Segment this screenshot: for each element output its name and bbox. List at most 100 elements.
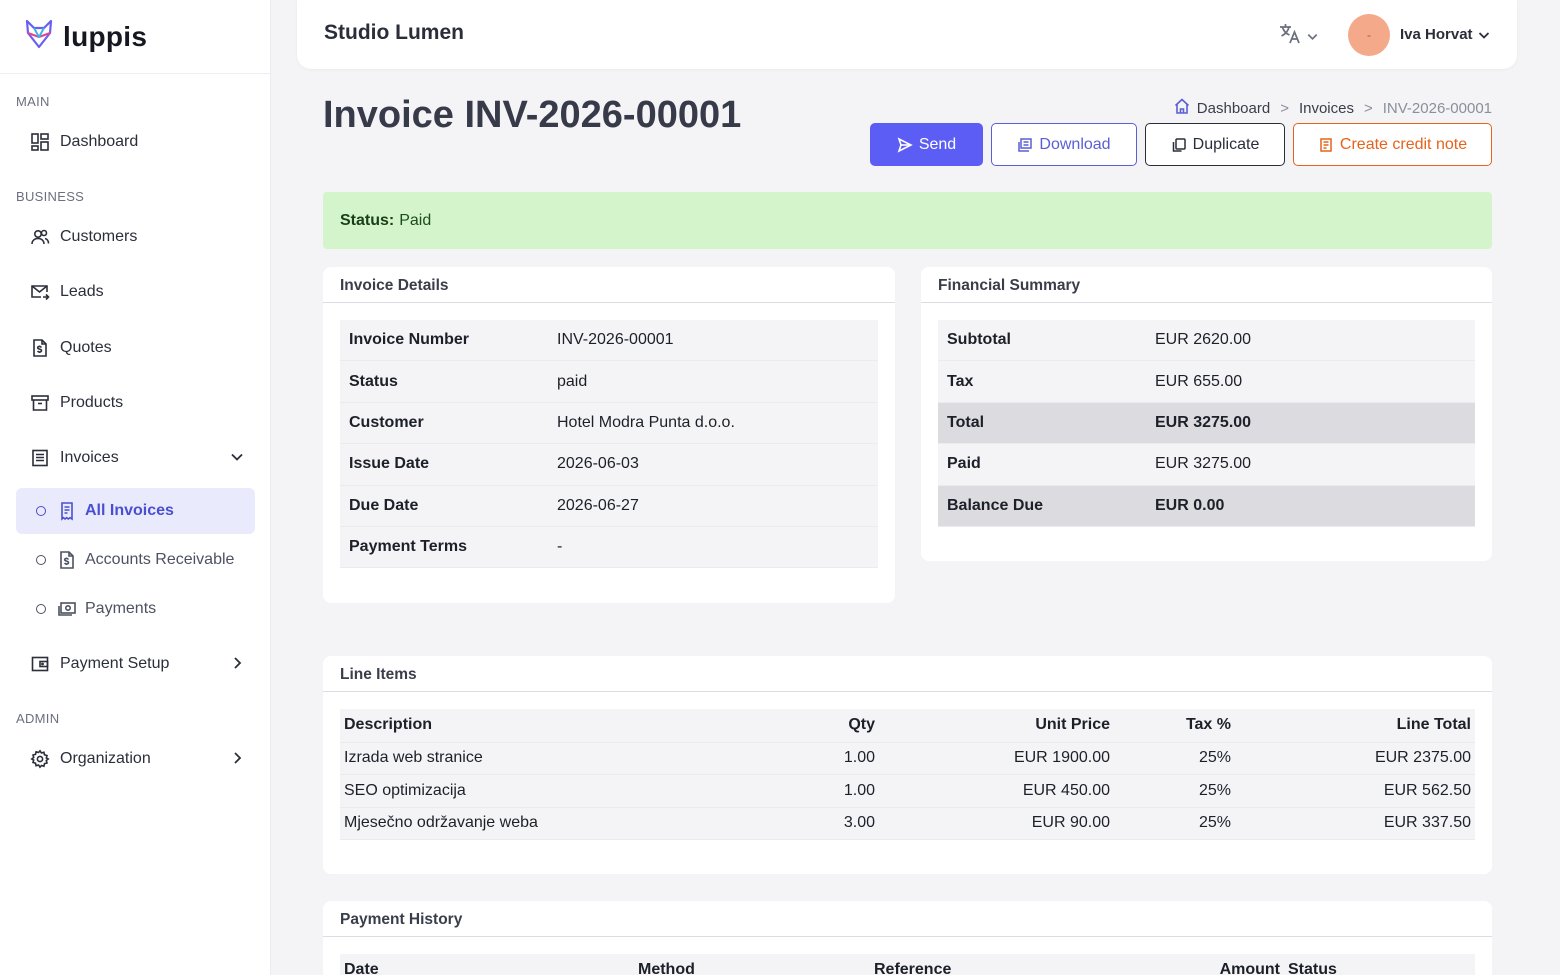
kv-row: Payment Terms - [340, 526, 878, 569]
table-cell: Mjesečno održavanje weba [340, 807, 760, 841]
user-menu[interactable]: Iva Horvat [1400, 26, 1491, 43]
table-cell: 3.00 [760, 807, 879, 841]
breadcrumb-current: INV-2026-00001 [1382, 99, 1492, 117]
sidebar-item-label: Payments [85, 600, 157, 617]
kv-value: paid [557, 372, 588, 390]
chevron-down-icon [1307, 34, 1318, 41]
kv-row: Paid EUR 3275.00 [938, 444, 1475, 486]
sidebar-item-label: Invoices [60, 449, 119, 466]
table-cell: 25% [1114, 742, 1235, 776]
sidebar-item-dashboard[interactable]: Dashboard [16, 119, 255, 165]
kv-label: Total [947, 413, 985, 431]
kv-label: Payment Terms [349, 538, 467, 556]
column-header: Status [1284, 954, 1475, 975]
card-title: Line Items [323, 656, 1492, 692]
chevron-right-icon [234, 752, 242, 764]
sidebar-item-label: Organization [60, 750, 151, 767]
sidebar-item-quotes[interactable]: Quotes [16, 325, 255, 371]
kv-row: Total EUR 3275.00 [938, 402, 1475, 445]
receipt-icon [57, 501, 77, 521]
breadcrumb-dashboard[interactable]: Dashboard [1197, 100, 1270, 117]
avatar[interactable]: - [1348, 14, 1390, 56]
sidebar-item-label: Payment Setup [60, 655, 170, 672]
file-dollar-icon [57, 550, 77, 570]
table-row: Izrada web stranice 1.00 EUR 1900.00 25% EUR… [340, 742, 1475, 776]
card-title: Financial Summary [921, 267, 1492, 303]
payment-history-table: Date Method Reference Amount Status [340, 954, 1475, 975]
kv-label: Tax [947, 372, 974, 390]
table-row: Mjesečno održavanje weba 3.00 EUR 90.00 25%… [340, 807, 1475, 841]
kv-value: EUR 2620.00 [1155, 331, 1252, 349]
kv-row: Status paid [340, 361, 878, 403]
table-cell: 25% [1114, 774, 1235, 808]
kv-row: Balance Due EUR 0.00 [938, 485, 1475, 527]
sidebar-subitem-all-invoices[interactable]: All Invoices [16, 488, 255, 534]
copy-icon [1172, 137, 1186, 152]
column-header: Description [340, 709, 760, 743]
download-button-label: Download [1039, 135, 1111, 153]
column-header: Method [634, 954, 870, 975]
kv-label: Paid [947, 455, 981, 473]
sidebar-item-label: Accounts Receivable [85, 551, 235, 568]
sidebar-item-leads[interactable]: Leads [16, 269, 255, 315]
sidebar-item-customers[interactable]: Customers [16, 214, 255, 260]
kv-value: 2026-06-03 [557, 455, 639, 473]
table-row: SEO optimizacija 1.00 EUR 450.00 25% EUR 562… [340, 774, 1475, 808]
cash-icon [57, 599, 77, 619]
translate-icon [1277, 21, 1303, 52]
section-label-business: BUSINESS [16, 189, 85, 204]
sidebar-item-products[interactable]: Products [16, 380, 255, 426]
sidebar: luppis MAIN Dashboard BUSINESS Customers… [0, 0, 271, 975]
brand[interactable]: luppis [0, 0, 270, 74]
chevron-down-icon [231, 453, 243, 461]
home-icon [1173, 97, 1197, 119]
table-cell: EUR 450.00 [879, 774, 1114, 808]
sidebar-subitem-payments[interactable]: Payments [16, 586, 255, 632]
column-header: Line Total [1235, 709, 1475, 743]
line-items-table: Description Qty Unit Price Tax % Line Total … [340, 709, 1475, 841]
table-cell: EUR 562.50 [1235, 774, 1475, 808]
create-credit-note-label: Create credit note [1339, 135, 1468, 153]
kv-row: Tax EUR 655.00 [938, 361, 1475, 403]
kv-label: Due Date [349, 496, 419, 514]
column-header: Qty [760, 709, 879, 743]
sidebar-item-label: Leads [60, 283, 104, 300]
download-button[interactable]: Download [991, 123, 1137, 166]
send-button[interactable]: Send [870, 123, 983, 166]
mail-forward-icon [30, 282, 50, 302]
duplicate-button[interactable]: Duplicate [1145, 123, 1285, 166]
sidebar-item-payment-setup[interactable]: Payment Setup [16, 641, 255, 687]
dashboard-icon [30, 132, 50, 152]
line-items-card: Line Items Description Qty Unit Price Tax %… [323, 656, 1492, 874]
kv-label: Status [349, 372, 398, 390]
sidebar-item-organization[interactable]: Organization [16, 736, 255, 782]
section-label-admin: ADMIN [16, 711, 60, 726]
invoice-details-card: Invoice Details Invoice Number INV-2026-0… [323, 267, 895, 603]
fox-logo-icon [25, 19, 53, 54]
kv-value: EUR 655.00 [1155, 372, 1243, 390]
language-switcher[interactable] [1277, 21, 1319, 52]
status-value: Paid [399, 211, 432, 229]
card-title: Invoice Details [323, 267, 895, 303]
table-cell: 1.00 [760, 742, 879, 776]
sidebar-item-invoices[interactable]: Invoices [16, 435, 255, 481]
user-name: Iva Horvat [1400, 26, 1473, 43]
invoice-details-table: Invoice Number INV-2026-00001 Status paid Cu… [340, 320, 878, 569]
send-icon [897, 136, 913, 153]
create-credit-note-button[interactable]: Create credit note [1293, 123, 1492, 166]
column-header: Tax % [1114, 709, 1235, 743]
sidebar-item-label: Dashboard [60, 133, 139, 150]
sidebar-subitem-accounts-receivable[interactable]: Accounts Receivable [16, 537, 255, 583]
column-header: Unit Price [879, 709, 1114, 743]
archive-icon [30, 393, 50, 413]
duplicate-button-label: Duplicate [1192, 135, 1260, 153]
users-icon [30, 227, 50, 247]
kv-label: Balance Due [947, 496, 1044, 514]
kv-row: Customer Hotel Modra Punta d.o.o. [340, 402, 878, 445]
section-label-main: MAIN [16, 94, 50, 109]
breadcrumb-invoices[interactable]: Invoices [1299, 100, 1354, 117]
bullet-icon [36, 555, 46, 565]
breadcrumb-separator: > [1280, 99, 1289, 117]
kv-value: 2026-06-27 [557, 496, 639, 514]
page-title: Invoice INV-2026-00001 [323, 94, 742, 136]
